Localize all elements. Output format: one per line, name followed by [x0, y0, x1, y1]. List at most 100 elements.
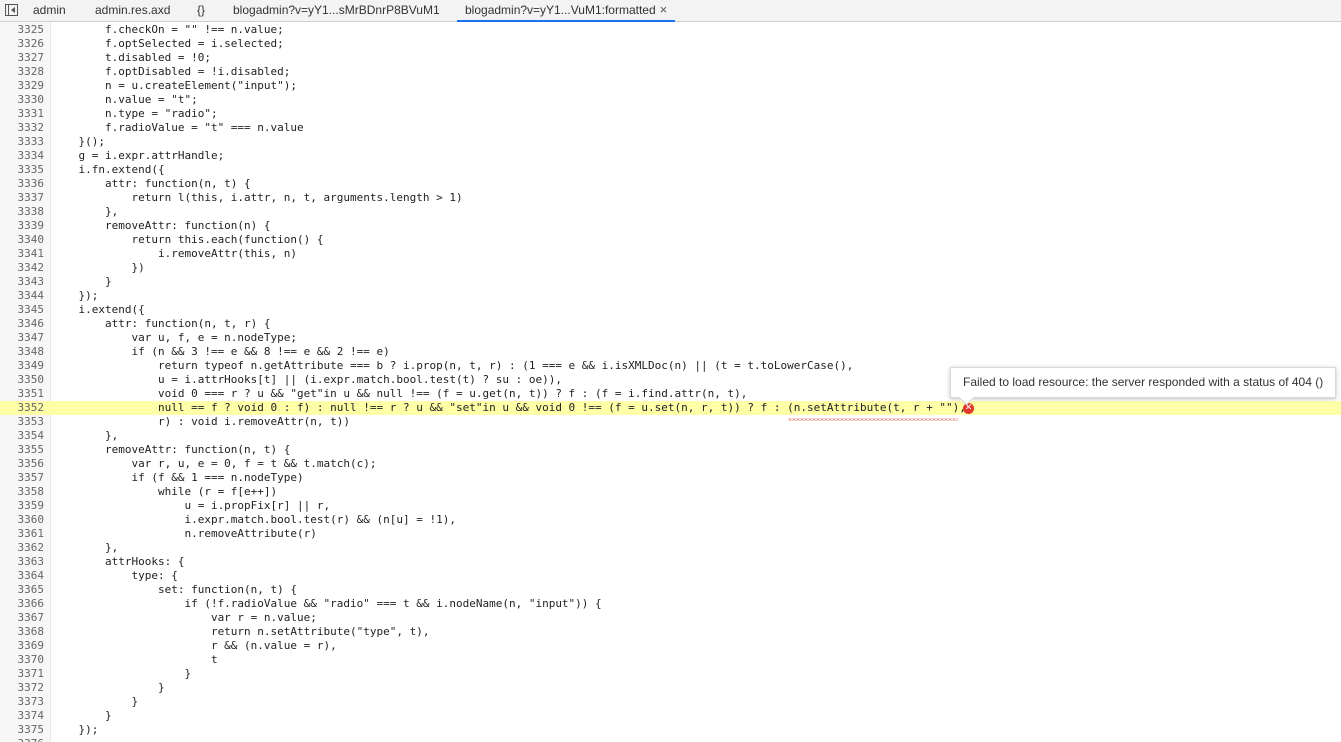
line-number[interactable]: 3366 [0, 597, 45, 611]
line-code: r) : void i.removeAttr(n, t)) [52, 415, 351, 428]
line-number[interactable]: 3338 [0, 205, 45, 219]
tab-blogadmin[interactable]: blogadmin?v=yY1...sMrBDnrP8BVuM1 [233, 0, 440, 21]
line-number[interactable]: 3334 [0, 149, 45, 163]
line-number[interactable]: 3327 [0, 51, 45, 65]
line-number[interactable]: 3363 [0, 555, 45, 569]
line-number[interactable]: 3353 [0, 415, 45, 429]
line-number[interactable]: 3329 [0, 79, 45, 93]
line-code: u = i.propFix[r] || r, [52, 499, 331, 512]
code-line: 3343 } [0, 275, 1341, 289]
line-code: while (r = f[e++]) [52, 485, 278, 498]
line-number[interactable]: 3359 [0, 499, 45, 513]
code-line: 3326 f.optSelected = i.selected; [0, 37, 1341, 51]
line-number[interactable]: 3361 [0, 527, 45, 541]
line-number[interactable]: 3376 [0, 737, 45, 742]
tab-blogadmin-formatted[interactable]: blogadmin?v=yY1...VuM1:formatted × [456, 0, 676, 22]
code-line: 3342 }) [0, 261, 1341, 275]
close-tab-icon[interactable]: × [660, 2, 668, 17]
code-line: 3346 attr: function(n, t, r) { [0, 317, 1341, 331]
line-number[interactable]: 3339 [0, 219, 45, 233]
line-number[interactable]: 3368 [0, 625, 45, 639]
code-line: 3334 g = i.expr.attrHandle; [0, 149, 1341, 163]
tab-admin-res-axd[interactable]: admin.res.axd [95, 0, 170, 21]
line-code: void 0 === r ? u && "get"in u && null !=… [52, 387, 748, 400]
line-code: i.removeAttr(this, n) [52, 247, 298, 260]
line-number[interactable]: 3362 [0, 541, 45, 555]
code-line: 3327 t.disabled = !0; [0, 51, 1341, 65]
line-number[interactable]: 3337 [0, 191, 45, 205]
line-number[interactable]: 3340 [0, 233, 45, 247]
line-number[interactable]: 3354 [0, 429, 45, 443]
line-number[interactable]: 3344 [0, 289, 45, 303]
line-code: u = i.attrHooks[t] || (i.expr.match.bool… [52, 373, 562, 386]
line-number[interactable]: 3351 [0, 387, 45, 401]
line-code: }) [52, 261, 145, 274]
line-number[interactable]: 3367 [0, 611, 45, 625]
line-number[interactable]: 3357 [0, 471, 45, 485]
line-number[interactable]: 3371 [0, 667, 45, 681]
code-line: 3362 }, [0, 541, 1341, 555]
line-code: }); [52, 289, 99, 302]
line-number[interactable]: 3370 [0, 653, 45, 667]
line-code: }, [52, 205, 119, 218]
line-number[interactable]: 3372 [0, 681, 45, 695]
code-line: 3335 i.fn.extend({ [0, 163, 1341, 177]
line-number[interactable]: 3358 [0, 485, 45, 499]
line-code: if (!f.radioValue && "radio" === t && i.… [52, 597, 602, 610]
line-code: ... [52, 737, 98, 742]
code-line: 3355 removeAttr: function(n, t) { [0, 443, 1341, 457]
line-number[interactable]: 3360 [0, 513, 45, 527]
error-icon[interactable]: ✕ [963, 403, 974, 414]
code-line: 3376 ... [0, 737, 1341, 742]
code-line: 3330 n.value = "t"; [0, 93, 1341, 107]
line-number[interactable]: 3352 [0, 401, 45, 415]
line-code: r && (n.value = r), [52, 639, 337, 652]
line-number[interactable]: 3326 [0, 37, 45, 51]
code-line: 3325 f.checkOn = "" !== n.value; [0, 23, 1341, 37]
tab-label: admin.res.axd [95, 3, 171, 17]
line-number[interactable]: 3364 [0, 569, 45, 583]
code-line: 3361 n.removeAttribute(r) [0, 527, 1341, 541]
line-number[interactable]: 3365 [0, 583, 45, 597]
line-number[interactable]: 3348 [0, 345, 45, 359]
line-code: } [52, 667, 192, 680]
code-line: 3358 while (r = f[e++]) [0, 485, 1341, 499]
line-number[interactable]: 3356 [0, 457, 45, 471]
line-code: }); [52, 723, 99, 736]
line-number[interactable]: 3343 [0, 275, 45, 289]
line-code: g = i.expr.attrHandle; [52, 149, 225, 162]
code-line: 3364 type: { [0, 569, 1341, 583]
line-number[interactable]: 3355 [0, 443, 45, 457]
code-line: 3363 attrHooks: { [0, 555, 1341, 569]
tab-admin[interactable]: admin [33, 0, 66, 21]
line-number[interactable]: 3336 [0, 177, 45, 191]
line-number[interactable]: 3373 [0, 695, 45, 709]
line-number[interactable]: 3330 [0, 93, 45, 107]
line-number[interactable]: 3335 [0, 163, 45, 177]
line-number[interactable]: 3333 [0, 135, 45, 149]
line-number[interactable]: 3346 [0, 317, 45, 331]
line-number[interactable]: 3347 [0, 331, 45, 345]
line-code: t [52, 653, 218, 666]
line-number[interactable]: 3341 [0, 247, 45, 261]
code-line: 3370 t [0, 653, 1341, 667]
line-number[interactable]: 3331 [0, 107, 45, 121]
line-code: removeAttr: function(n) { [52, 219, 271, 232]
line-number[interactable]: 3350 [0, 373, 45, 387]
line-number[interactable]: 3342 [0, 261, 45, 275]
line-number[interactable]: 3374 [0, 709, 45, 723]
line-number[interactable]: 3325 [0, 23, 45, 37]
line-number[interactable]: 3349 [0, 359, 45, 373]
toggle-navigator-icon[interactable] [5, 4, 18, 16]
line-code: n.removeAttribute(r) [52, 527, 317, 540]
line-number[interactable]: 3375 [0, 723, 45, 737]
line-code: i.fn.extend({ [52, 163, 165, 176]
tab-braces[interactable]: {} [197, 0, 205, 21]
line-code: null == f ? void 0 : f) : null !== r ? u… [52, 401, 966, 414]
line-number[interactable]: 3328 [0, 65, 45, 79]
line-number[interactable]: 3332 [0, 121, 45, 135]
line-code: i.expr.match.bool.test(r) && (n[u] = !1)… [52, 513, 456, 526]
line-number[interactable]: 3369 [0, 639, 45, 653]
line-number[interactable]: 3345 [0, 303, 45, 317]
line-code: f.radioValue = "t" === n.value [52, 121, 304, 134]
